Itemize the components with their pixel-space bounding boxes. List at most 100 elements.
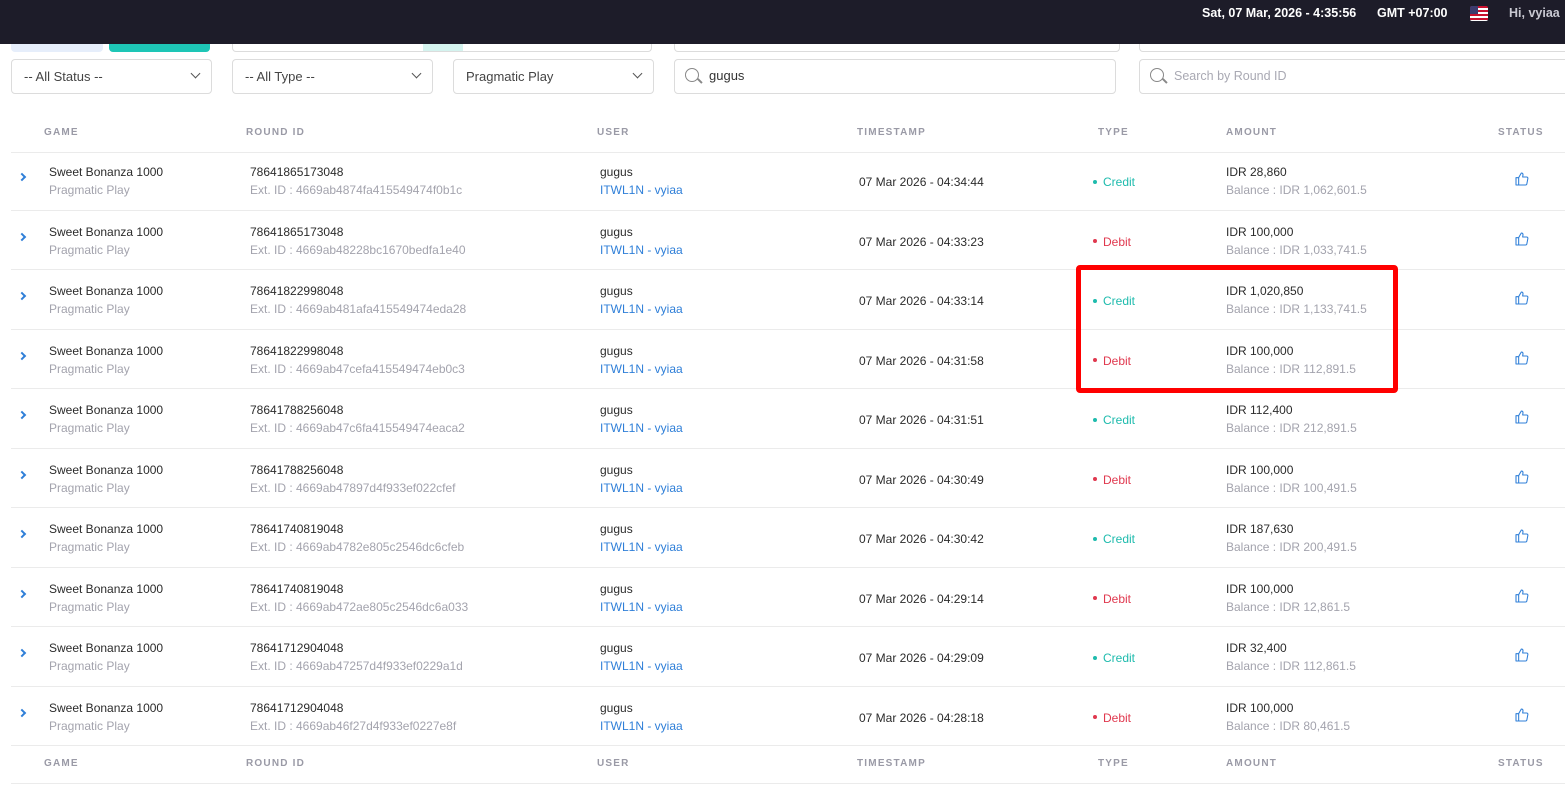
status-dot-icon: [1093, 715, 1097, 720]
agent-link[interactable]: ITWL1N - vyiaa: [600, 362, 683, 376]
user-search-input[interactable]: [709, 68, 1069, 83]
table-row[interactable]: Sweet Bonanza 1000 Pragmatic Play 78641822…: [11, 330, 1565, 389]
thumbs-up-icon[interactable]: [1514, 231, 1530, 247]
agent-link[interactable]: ITWL1N - vyiaa: [600, 540, 683, 554]
type-label: Debit: [1103, 472, 1132, 487]
game-name: Sweet Bonanza 1000: [49, 581, 164, 596]
chevron-right-icon[interactable]: [17, 232, 27, 241]
agent-link[interactable]: ITWL1N - vyiaa: [600, 421, 683, 435]
round-search-box[interactable]: [1139, 59, 1565, 94]
game-name: Sweet Bonanza 1000: [49, 700, 164, 715]
external-id: Ext. ID : 4669ab47897d4f933ef022cfef: [250, 480, 456, 495]
table-row[interactable]: Sweet Bonanza 1000 Pragmatic Play 78641740…: [11, 508, 1565, 568]
column-header-amount[interactable]: AMOUNT: [1226, 127, 1277, 138]
thumbs-up-icon[interactable]: [1514, 409, 1530, 425]
agent-link[interactable]: ITWL1N - vyiaa: [600, 183, 683, 197]
column-footer-round-id[interactable]: ROUND ID: [246, 758, 305, 769]
table-row[interactable]: Sweet Bonanza 1000 Pragmatic Play 78641712…: [11, 627, 1565, 687]
user-greeting[interactable]: Hi, vyiaa: [1509, 6, 1560, 20]
column-footer-user[interactable]: USER: [597, 758, 630, 769]
scrolled-primary-button-edge[interactable]: [109, 44, 210, 52]
thumbs-up-icon[interactable]: [1514, 707, 1530, 723]
column-footer-timestamp[interactable]: TIMESTAMP: [857, 758, 926, 769]
top-bar: Sat, 07 Mar, 2026 - 4:35:56 GMT +07:00 H…: [0, 0, 1565, 44]
chevron-right-icon[interactable]: [17, 351, 27, 360]
chevron-right-icon[interactable]: [17, 708, 27, 717]
chevron-right-icon[interactable]: [17, 172, 27, 182]
agent-link[interactable]: ITWL1N - vyiaa: [600, 719, 683, 733]
user-search-box[interactable]: [674, 59, 1116, 94]
round-id-search-input[interactable]: [1174, 68, 1534, 83]
type-badge: Credit: [1093, 532, 1135, 546]
table-row[interactable]: Sweet Bonanza 1000 Pragmatic Play 78641822…: [11, 270, 1565, 330]
round-id: 78641712904048: [250, 641, 344, 655]
agent-link[interactable]: ITWL1N - vyiaa: [600, 481, 683, 495]
table-header: GAME ROUND ID USER TIMESTAMP TYPE AMOUNT…: [11, 113, 1565, 153]
column-header-user[interactable]: USER: [597, 127, 630, 138]
thumbs-up-icon[interactable]: [1514, 171, 1530, 187]
agent-link[interactable]: ITWL1N - vyiaa: [600, 243, 683, 257]
type-select[interactable]: -- All Type --: [232, 59, 433, 94]
column-header-status[interactable]: STATUS: [1498, 127, 1544, 138]
column-header-round-id[interactable]: ROUND ID: [246, 127, 305, 138]
type-badge: Debit: [1093, 592, 1131, 606]
table-row[interactable]: Sweet Bonanza 1000 Pragmatic Play 78641788…: [11, 389, 1565, 449]
table-row[interactable]: Sweet Bonanza 1000 Pragmatic Play 78641788…: [11, 449, 1565, 508]
external-id: Ext. ID : 4669ab47257d4f933ef0229a1d: [250, 659, 463, 673]
balance: Balance : IDR 212,891.5: [1226, 421, 1357, 435]
status-dot-icon: [1093, 596, 1097, 601]
column-header-type[interactable]: TYPE: [1098, 127, 1129, 138]
table-footer-header: GAME ROUND ID USER TIMESTAMP TYPE AMOUNT…: [11, 744, 1565, 784]
agent-link[interactable]: ITWL1N - vyiaa: [600, 600, 683, 614]
thumbs-up-icon[interactable]: [1514, 647, 1530, 663]
thumbs-up-icon[interactable]: [1514, 350, 1530, 366]
round-id: 78641822998048: [250, 343, 344, 358]
type-label: Debit: [1103, 234, 1132, 249]
chevron-down-icon: [632, 68, 643, 79]
external-id: Ext. ID : 4669ab48228bc1670bedfa1e40: [250, 242, 466, 257]
balance: Balance : IDR 80,461.5: [1226, 718, 1351, 733]
provider-select-value: Pragmatic Play: [466, 69, 554, 84]
game-provider: Pragmatic Play: [49, 540, 130, 554]
chevron-right-icon[interactable]: [17, 470, 27, 479]
external-id: Ext. ID : 4669ab4874fa415549474f0b1c: [250, 183, 463, 197]
column-footer-game[interactable]: GAME: [44, 758, 79, 769]
agent-link[interactable]: ITWL1N - vyiaa: [600, 659, 683, 673]
chevron-right-icon[interactable]: [17, 410, 27, 420]
type-label: Credit: [1103, 175, 1136, 189]
round-id: 78641788256048: [250, 403, 344, 417]
agent-link[interactable]: ITWL1N - vyiaa: [600, 302, 683, 316]
external-id: Ext. ID : 4669ab481afa415549474eda28: [250, 302, 467, 316]
table-row[interactable]: Sweet Bonanza 1000 Pragmatic Play 78641712…: [11, 687, 1565, 746]
provider-select[interactable]: Pragmatic Play: [453, 59, 654, 94]
thumbs-up-icon[interactable]: [1514, 528, 1530, 544]
chevron-right-icon[interactable]: [17, 589, 27, 598]
column-footer-status[interactable]: STATUS: [1498, 758, 1544, 769]
column-header-timestamp[interactable]: TIMESTAMP: [857, 127, 926, 138]
status-select[interactable]: -- All Status --: [11, 59, 212, 94]
column-footer-type[interactable]: TYPE: [1098, 758, 1129, 769]
thumbs-up-icon[interactable]: [1514, 469, 1530, 485]
amount: IDR 100,000: [1226, 700, 1294, 715]
timestamp: 07 Mar 2026 - 04:33:14: [859, 294, 984, 308]
column-header-game[interactable]: GAME: [44, 127, 79, 138]
type-badge: Debit: [1093, 473, 1131, 487]
us-flag-icon[interactable]: [1470, 6, 1488, 21]
chevron-right-icon[interactable]: [17, 529, 27, 539]
game-provider: Pragmatic Play: [49, 302, 130, 316]
scrolled-date-range-edge[interactable]: [232, 44, 652, 52]
thumbs-up-icon[interactable]: [1514, 290, 1530, 306]
table-row[interactable]: Sweet Bonanza 1000 Pragmatic Play 78641865…: [11, 211, 1565, 270]
table-row[interactable]: Sweet Bonanza 1000 Pragmatic Play 78641865…: [11, 151, 1565, 211]
column-footer-amount[interactable]: AMOUNT: [1226, 758, 1277, 769]
scrolled-button-edge[interactable]: [11, 44, 103, 52]
table-row[interactable]: Sweet Bonanza 1000 Pragmatic Play 78641740…: [11, 568, 1565, 627]
scrolled-field-edge[interactable]: [674, 44, 1120, 52]
scrolled-field-edge-2[interactable]: [1139, 44, 1565, 52]
status-select-value: -- All Status --: [24, 69, 103, 84]
type-badge: Credit: [1093, 413, 1135, 427]
chevron-right-icon[interactable]: [17, 648, 27, 658]
thumbs-up-icon[interactable]: [1514, 588, 1530, 604]
game-provider: Pragmatic Play: [49, 480, 130, 495]
chevron-right-icon[interactable]: [17, 291, 27, 301]
